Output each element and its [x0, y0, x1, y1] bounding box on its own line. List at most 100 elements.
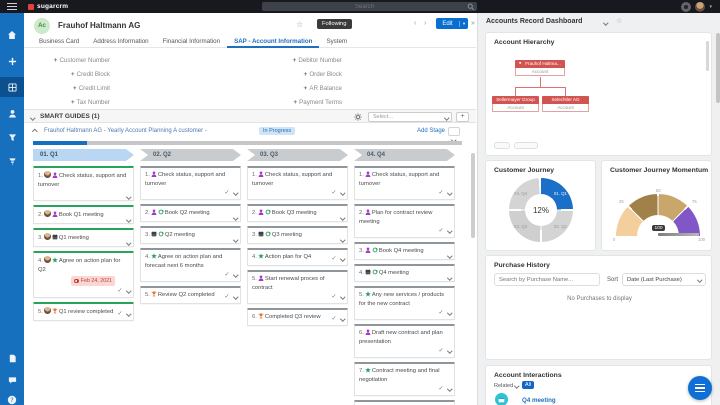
chevron-down-icon[interactable]	[446, 190, 452, 196]
add-guide-button[interactable]: +	[456, 112, 469, 122]
quick-actions-fab[interactable]	[688, 376, 712, 400]
stage-header[interactable]: 01. Q1	[33, 149, 134, 161]
field-label[interactable]: + Payment Terms	[234, 96, 342, 110]
chevron-down-icon[interactable]	[232, 236, 238, 242]
complete-check-button[interactable]: ✓	[331, 255, 336, 263]
user-avatar[interactable]	[695, 1, 706, 12]
complete-check-button[interactable]: ✓	[438, 347, 443, 355]
collapse-section-icon[interactable]	[30, 115, 36, 121]
task-card[interactable]: 4. Agree on action plan for Q2 Feb 24, 20…	[33, 251, 134, 298]
complete-check-button[interactable]: ✓	[224, 271, 229, 279]
hierarchy-zoom-button[interactable]	[494, 142, 510, 149]
add-stage-caret-button[interactable]	[448, 127, 460, 142]
sidebar-item-filter[interactable]	[0, 127, 24, 147]
sidebar-item-feedback[interactable]	[0, 370, 24, 390]
record-tab[interactable]: Address Information	[86, 36, 155, 48]
next-record-icon[interactable]: ›	[424, 20, 426, 27]
complete-check-button[interactable]: ✓	[224, 189, 229, 197]
complete-check-button[interactable]: ✓	[331, 315, 336, 323]
chevron-down-icon[interactable]	[339, 294, 345, 300]
related-filter-dropdown[interactable]: Related	[494, 382, 520, 389]
task-card[interactable]: 3. Book Q4 meeting	[354, 242, 455, 260]
collapse-dashboard-icon[interactable]: »	[471, 20, 475, 27]
task-card[interactable]: 1. Check status, support and turnover ✓	[247, 166, 348, 200]
sidebar-item-create[interactable]	[0, 51, 24, 71]
main-scrollbar[interactable]	[471, 153, 475, 238]
task-card[interactable]: 3. Q2 meeting	[140, 226, 241, 244]
chevron-down-icon[interactable]	[125, 311, 131, 317]
field-label[interactable]: + Debitor Number	[234, 54, 342, 68]
panel-scrollbar[interactable]	[706, 41, 709, 71]
purchase-sort-dropdown[interactable]: Date (Last Purchase)	[622, 273, 706, 286]
chevron-down-icon[interactable]	[232, 214, 238, 220]
chevron-down-icon[interactable]	[446, 274, 452, 280]
filter-chip-all[interactable]: All	[522, 381, 534, 389]
chevron-down-icon[interactable]	[446, 310, 452, 316]
chevron-down-icon[interactable]	[232, 294, 238, 300]
complete-check-button[interactable]: ✓	[224, 293, 229, 301]
hierarchy-node-root[interactable]: Frauhof Haltma... Account	[515, 60, 565, 76]
dashboard-caret-icon[interactable]	[603, 20, 609, 26]
task-card[interactable]: 4. Action plan for Q4 ✓	[247, 248, 348, 266]
app-logo[interactable]: sugarcrm	[28, 3, 68, 10]
main-menu-icon[interactable]	[7, 3, 17, 10]
task-card[interactable]: 1. Check status, support and turnover ✓	[140, 166, 241, 200]
field-label[interactable]: + Order Block	[234, 68, 342, 82]
guide-select-dropdown[interactable]: Select...	[368, 112, 452, 122]
collapse-guide-icon[interactable]	[32, 129, 38, 135]
task-card[interactable]: 2. Book Q1 meeting	[33, 205, 134, 224]
purchase-search-input[interactable]	[494, 273, 600, 286]
field-label[interactable]: + Tax Number	[24, 96, 110, 110]
gear-icon[interactable]	[354, 113, 362, 121]
complete-check-button[interactable]: ✓	[331, 293, 336, 301]
chevron-down-icon[interactable]	[339, 214, 345, 220]
record-tab[interactable]: Business Card	[32, 36, 86, 48]
dashboard-star-icon[interactable]: ☆	[616, 17, 622, 25]
complete-check-button[interactable]: ✓	[331, 189, 336, 197]
sidebar-item-pipeline[interactable]	[0, 151, 24, 171]
chevron-down-icon[interactable]	[125, 216, 131, 222]
task-card[interactable]: 6. Completed Q3 review ✓	[247, 308, 348, 326]
hierarchy-fit-button[interactable]	[514, 142, 538, 149]
record-tab[interactable]: System	[319, 36, 354, 48]
task-card[interactable]: 4. Q4 meeting	[354, 264, 455, 282]
chevron-down-icon[interactable]	[446, 348, 452, 354]
hierarchy-node-child[interactable]: Sellermayer Group Account	[492, 96, 539, 112]
task-card[interactable]: 5. Review Q2 completed ✓	[140, 286, 241, 304]
task-card[interactable]: 1. Check status, support and turnover ✓	[354, 166, 455, 200]
chevron-down-icon[interactable]	[339, 236, 345, 242]
complete-check-button[interactable]: ✓	[117, 310, 122, 318]
task-card[interactable]: 5. Any new services / products for the ne…	[354, 286, 455, 320]
notifications-icon[interactable]	[681, 1, 692, 12]
chevron-down-icon[interactable]	[339, 190, 345, 196]
chevron-down-icon[interactable]	[339, 256, 345, 262]
guide-title-link[interactable]: Frauhof Haltmann AG - Yearly Account Pla…	[44, 128, 207, 134]
stage-header[interactable]: 02. Q2	[140, 149, 241, 161]
complete-check-button[interactable]: ✓	[438, 189, 443, 197]
sidebar-item-contacts[interactable]	[0, 103, 24, 123]
favorite-star-icon[interactable]: ☆	[296, 20, 303, 29]
chevron-down-icon[interactable]	[125, 193, 131, 199]
task-card[interactable]: 2. Plan for contract review meeting ✓	[354, 204, 455, 238]
previous-record-icon[interactable]: ‹	[414, 20, 416, 27]
task-card[interactable]: 2. Book Q2 meeting	[140, 204, 241, 222]
task-card[interactable]: 6. Draft new contract and plan presentati…	[354, 324, 455, 358]
task-card[interactable]: 3. Q1 meeting	[33, 228, 134, 247]
task-card[interactable]: 2. Book Q3 meeting	[247, 204, 348, 222]
complete-check-button[interactable]: ✓	[438, 227, 443, 235]
task-card[interactable]: 4. Agree on action plan and forecast next…	[140, 248, 241, 282]
task-card[interactable]: 3. Q3 meeting	[247, 226, 348, 244]
chevron-down-icon[interactable]	[232, 272, 238, 278]
complete-check-button[interactable]: ✓	[438, 309, 443, 317]
field-label[interactable]: + Customer Number	[24, 54, 110, 68]
chevron-down-icon[interactable]	[446, 252, 452, 258]
interaction-item-link[interactable]: Q4 meeting	[522, 397, 556, 404]
user-menu-caret-icon[interactable]: ▾	[709, 4, 712, 10]
record-tab[interactable]: SAP - Account Information	[227, 36, 320, 48]
stage-header[interactable]: 04. Q4	[354, 149, 455, 161]
following-button[interactable]: Following	[317, 19, 352, 29]
sidebar-item-help[interactable]: ?	[0, 390, 24, 405]
sidebar-item-documentation[interactable]	[0, 348, 24, 368]
task-card[interactable]: 8.Contract signed ✓	[354, 400, 455, 405]
hierarchy-node-child[interactable]: Selechtler AG Account	[542, 96, 589, 112]
